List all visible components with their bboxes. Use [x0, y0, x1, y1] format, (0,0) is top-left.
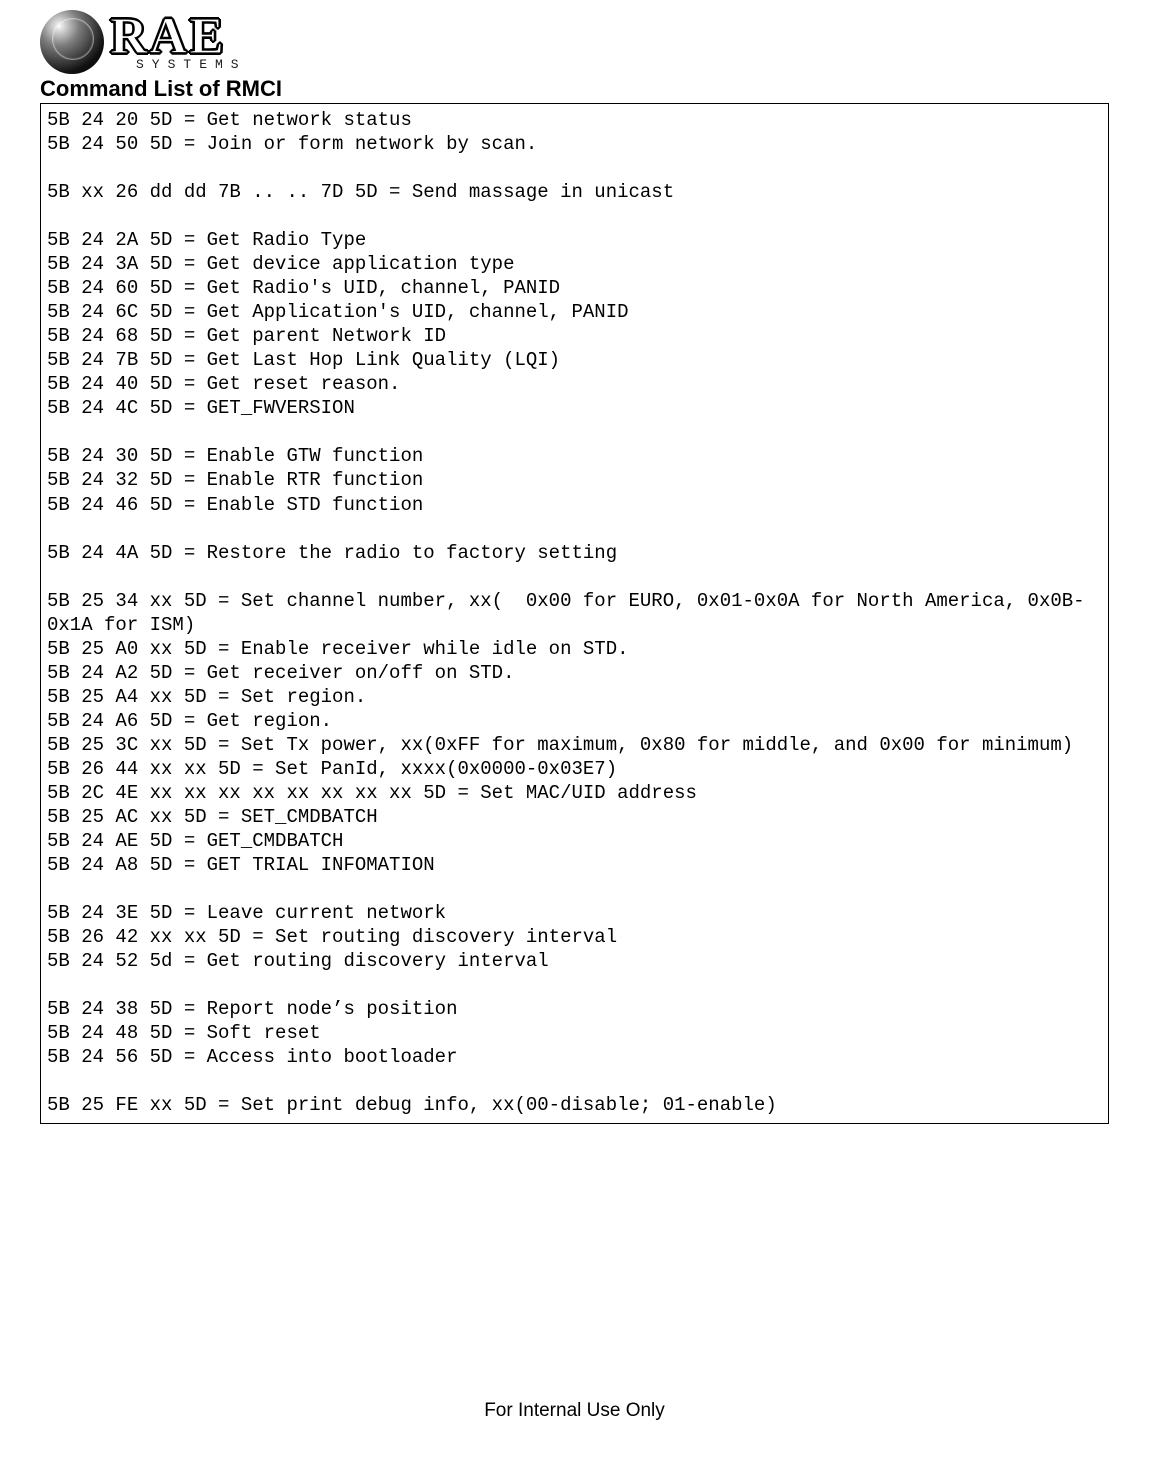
- logo-systems: SYSTEMS: [136, 59, 247, 71]
- page-title: Command List of RMCI: [40, 76, 1109, 102]
- logo-rae: RAE: [110, 14, 247, 61]
- logo: RAE SYSTEMS: [40, 10, 1109, 74]
- logo-text: RAE SYSTEMS: [110, 14, 247, 70]
- footer: For Internal Use Only: [0, 1400, 1149, 1422]
- page: RAE SYSTEMS Command List of RMCI 5B 24 2…: [0, 0, 1149, 1464]
- command-list: 5B 24 20 5D = Get network status 5B 24 5…: [40, 103, 1109, 1124]
- logo-globe-icon: [40, 10, 104, 74]
